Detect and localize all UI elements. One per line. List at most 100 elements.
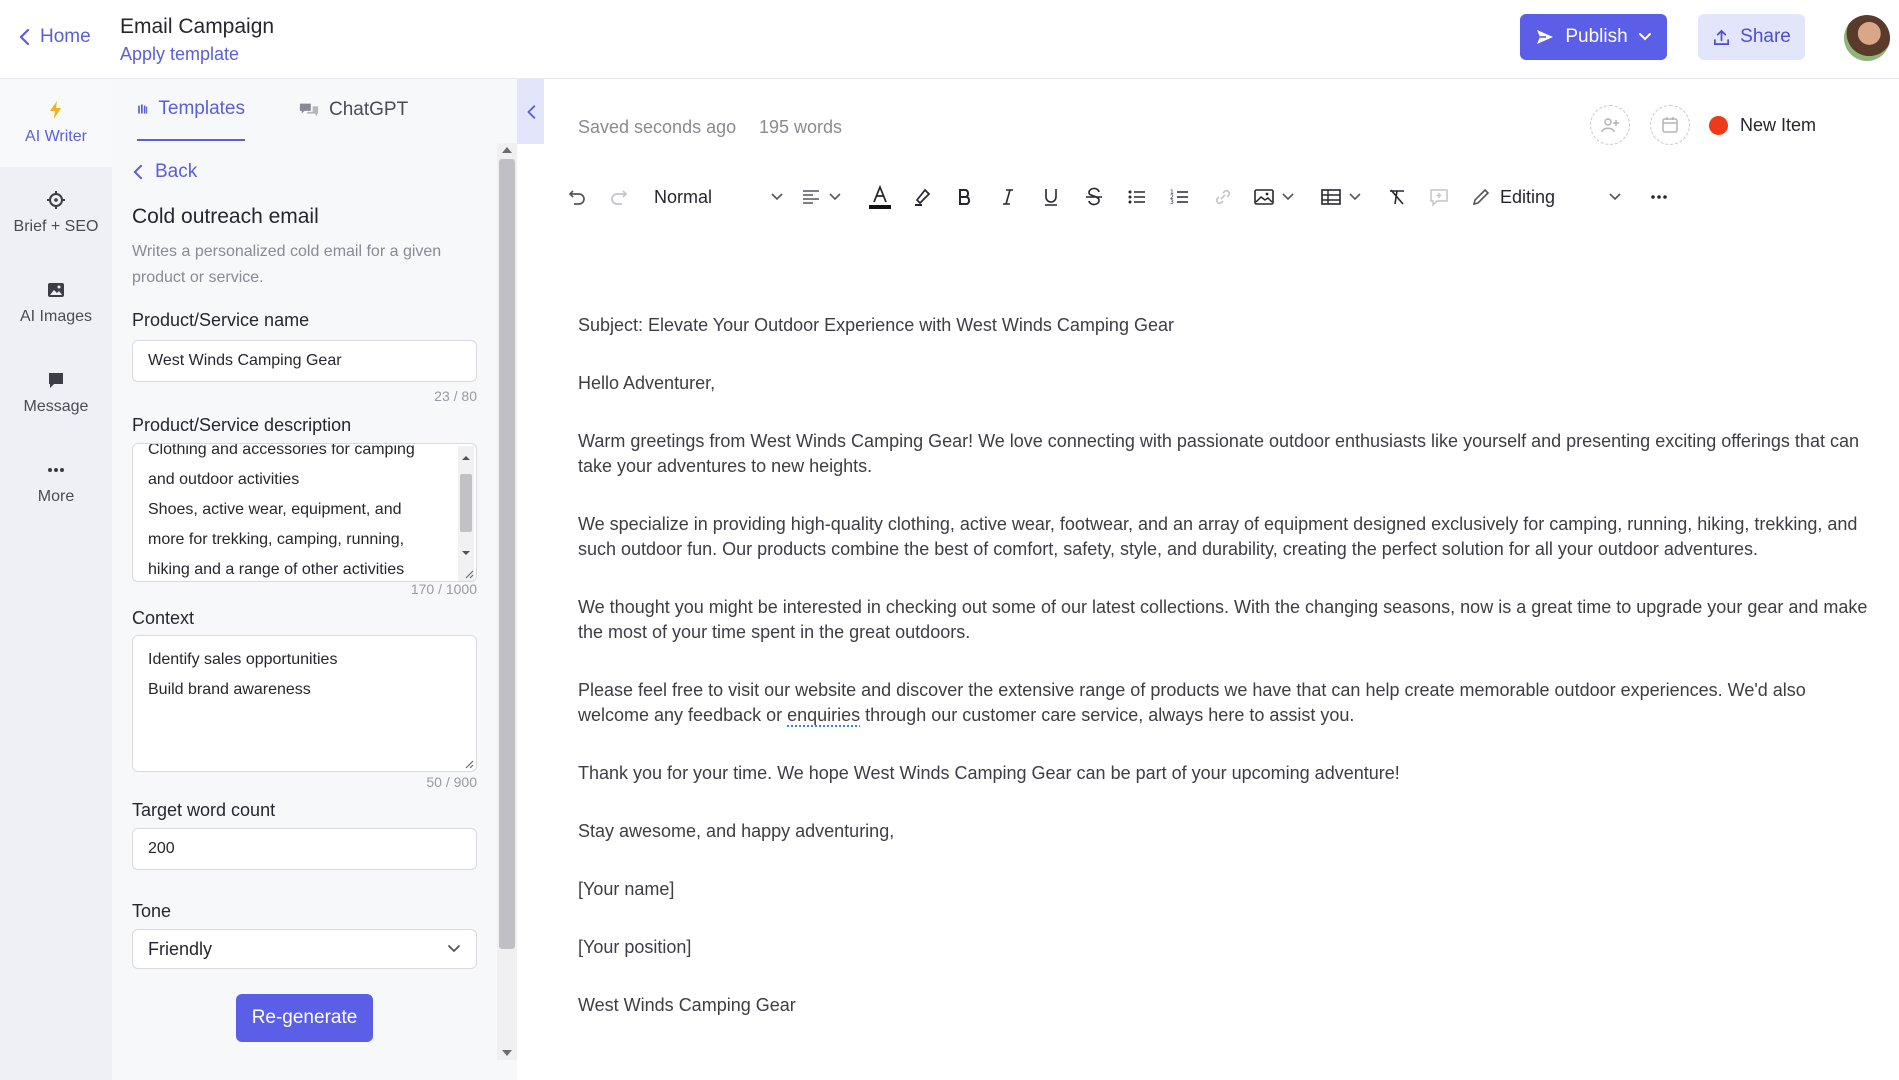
tone-select[interactable]: Friendly bbox=[132, 929, 477, 969]
table-icon bbox=[1321, 189, 1341, 205]
numbered-list-icon: 123 bbox=[1170, 189, 1188, 206]
editor-toolbar: Normal 123 Editing bbox=[566, 175, 1686, 219]
add-comment-button[interactable] bbox=[1428, 183, 1450, 211]
resize-grip-icon[interactable] bbox=[464, 569, 474, 579]
rail-item-ai-images[interactable]: AI Images bbox=[0, 259, 112, 347]
panel-scrollbar[interactable] bbox=[497, 143, 517, 1060]
editing-mode-dropdown[interactable]: Editing bbox=[1470, 183, 1622, 211]
tone-label: Tone bbox=[132, 901, 172, 921]
strikethrough-button[interactable] bbox=[1083, 183, 1105, 211]
insert-table-dropdown[interactable] bbox=[1320, 183, 1362, 211]
italic-button[interactable] bbox=[997, 183, 1019, 211]
product-name-label: Product/Service name bbox=[132, 310, 310, 330]
bold-button[interactable] bbox=[954, 183, 976, 211]
image-icon bbox=[1254, 189, 1274, 205]
add-comment-icon bbox=[1430, 189, 1448, 207]
undo-button[interactable] bbox=[566, 183, 588, 211]
rail-item-ai-writer[interactable]: AI Writer bbox=[0, 79, 112, 167]
textarea-scroll-thumb[interactable] bbox=[460, 474, 472, 532]
tab-chatgpt[interactable]: ChatGPT bbox=[299, 79, 408, 141]
redo-button[interactable] bbox=[608, 183, 630, 211]
saved-status: Saved seconds ago bbox=[578, 117, 737, 137]
template-panel: Templates ChatGPT Back Cold outreach ema… bbox=[112, 79, 517, 1080]
link-icon bbox=[1215, 189, 1231, 205]
email-paragraph: We thought you might be interested in ch… bbox=[578, 597, 1868, 642]
rail-item-label: Brief + SEO bbox=[13, 218, 99, 235]
form-title: Cold outreach email bbox=[132, 205, 319, 228]
scroll-up-arrow-icon[interactable] bbox=[502, 147, 512, 153]
product-name-counter: 23 / 80 bbox=[434, 388, 477, 404]
new-item-status[interactable]: New Item bbox=[1709, 115, 1816, 136]
rail-item-brief-seo[interactable]: Brief + SEO bbox=[0, 169, 112, 257]
word-count-status: 195 words bbox=[759, 117, 843, 137]
calendar-icon bbox=[1662, 117, 1678, 133]
send-icon bbox=[1537, 30, 1554, 44]
underline-icon bbox=[1045, 189, 1057, 206]
text-style-dropdown[interactable]: Normal bbox=[654, 183, 784, 211]
textarea-line: more for trekking, camping, running, bbox=[148, 531, 405, 548]
highlight-button[interactable] bbox=[911, 183, 933, 211]
more-options-button[interactable] bbox=[1648, 183, 1670, 211]
redo-icon bbox=[611, 190, 628, 205]
chat-bubble-icon bbox=[49, 373, 63, 388]
textarea-line: hiking and a range of other activities bbox=[148, 561, 405, 578]
assign-user-button[interactable] bbox=[1590, 105, 1630, 145]
email-paragraph: Thank you for your time. We hope West Wi… bbox=[578, 763, 1400, 783]
underline-button[interactable] bbox=[1040, 183, 1062, 211]
apply-template-link[interactable]: Apply template bbox=[120, 44, 239, 65]
scroll-down-arrow-icon[interactable] bbox=[502, 1050, 512, 1056]
link-button[interactable] bbox=[1212, 183, 1234, 211]
regenerate-button[interactable]: Re-generate bbox=[236, 994, 373, 1042]
context-textarea[interactable]: Identify sales opportunities Build brand… bbox=[132, 635, 477, 772]
tab-templates[interactable]: Templates bbox=[137, 79, 245, 141]
image-icon bbox=[48, 283, 64, 297]
top-bar: Home Email Campaign Apply template Publi… bbox=[0, 0, 1899, 79]
chevron-down-icon bbox=[1282, 193, 1294, 201]
user-avatar[interactable] bbox=[1844, 15, 1890, 61]
set-due-date-button[interactable] bbox=[1650, 105, 1690, 145]
bullet-list-button[interactable] bbox=[1126, 183, 1148, 211]
align-dropdown[interactable] bbox=[800, 183, 842, 211]
clear-formatting-icon bbox=[1390, 189, 1404, 205]
word-count-input[interactable]: 200 bbox=[132, 828, 477, 870]
crosshair-icon bbox=[47, 191, 65, 209]
rail-item-message[interactable]: Message bbox=[0, 349, 112, 437]
product-name-input[interactable]: West Winds Camping Gear bbox=[132, 340, 477, 382]
word-count-label: Target word count bbox=[132, 800, 276, 820]
share-label: Share bbox=[1740, 26, 1791, 47]
email-paragraph: Please feel free to visit our website an… bbox=[578, 678, 1873, 728]
numbered-list-button[interactable]: 123 bbox=[1169, 183, 1191, 211]
back-link[interactable]: Back bbox=[132, 161, 197, 183]
email-signature-position: [Your position] bbox=[578, 937, 692, 957]
email-paragraph: Warm greetings from West Winds Camping G… bbox=[578, 431, 1859, 476]
collapse-panel-button[interactable] bbox=[517, 79, 544, 144]
document-content[interactable]: Subject: Elevate Your Outdoor Experience… bbox=[578, 313, 1873, 1051]
home-link[interactable]: Home bbox=[18, 26, 91, 48]
rail-item-more[interactable]: More bbox=[0, 439, 112, 527]
spelling-flagged-word[interactable]: enquiries bbox=[787, 705, 860, 725]
publish-button[interactable]: Publish bbox=[1520, 14, 1667, 60]
product-description-counter: 170 / 1000 bbox=[410, 581, 477, 597]
highlighter-icon bbox=[915, 188, 931, 206]
publish-label: Publish bbox=[1565, 26, 1628, 47]
text-color-button[interactable] bbox=[867, 183, 893, 211]
email-signoff: Stay awesome, and happy adventuring, bbox=[578, 821, 895, 841]
status-dot-icon bbox=[1709, 116, 1728, 135]
textarea-line: Build brand awareness bbox=[148, 681, 311, 698]
chevron-left-icon bbox=[526, 104, 535, 119]
resize-grip-icon[interactable] bbox=[464, 759, 474, 769]
insert-image-dropdown[interactable] bbox=[1253, 183, 1295, 211]
rail-item-label: AI Images bbox=[19, 308, 93, 325]
left-icon-rail: AI Writer Brief + SEO AI Images Message … bbox=[0, 79, 112, 1080]
tab-label: Templates bbox=[158, 98, 245, 119]
clear-formatting-button[interactable] bbox=[1386, 183, 1408, 211]
product-description-textarea[interactable]: Clothing and accessories for camping and… bbox=[132, 443, 477, 582]
panel-scroll-thumb[interactable] bbox=[499, 159, 515, 949]
textarea-scrollbar[interactable] bbox=[458, 446, 474, 581]
chevron-left-icon bbox=[133, 164, 143, 180]
chevron-down-icon bbox=[1609, 193, 1621, 201]
share-button[interactable]: Share bbox=[1698, 14, 1805, 60]
home-label: Home bbox=[40, 26, 91, 47]
scroll-up-arrow-icon bbox=[462, 456, 470, 460]
rail-item-label: AI Writer bbox=[25, 128, 87, 145]
